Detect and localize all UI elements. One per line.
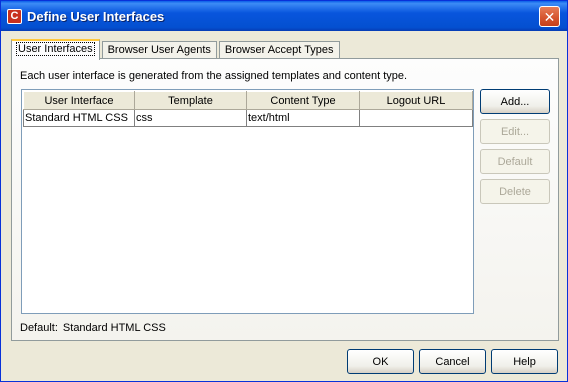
default-interface-line: Default: Standard HTML CSS — [20, 322, 166, 334]
title-bar[interactable]: C Define User Interfaces ✕ — [1, 1, 567, 31]
tab-label: Browser User Agents — [107, 44, 211, 56]
column-header-content-type[interactable]: Content Type — [246, 91, 360, 110]
default-label: Default: — [20, 322, 58, 334]
tab-label: User Interfaces — [16, 42, 95, 56]
panel-description: Each user interface is generated from th… — [20, 70, 408, 82]
cell-user-interface[interactable]: Standard HTML CSS — [23, 109, 135, 127]
user-interfaces-table[interactable]: User Interface Template Content Type Log… — [21, 89, 474, 314]
close-icon: ✕ — [543, 8, 556, 25]
delete-button[interactable]: Delete — [480, 179, 550, 204]
help-button[interactable]: Help — [491, 349, 558, 374]
tab-user-interfaces[interactable]: User Interfaces — [11, 39, 100, 60]
default-button[interactable]: Default — [480, 149, 550, 174]
tab-strip: User Interfaces Browser User Agents Brow… — [11, 39, 342, 60]
app-icon: C — [7, 9, 22, 24]
tab-browser-user-agents[interactable]: Browser User Agents — [101, 41, 217, 59]
ok-button[interactable]: OK — [347, 349, 414, 374]
column-header-user-interface[interactable]: User Interface — [23, 91, 135, 110]
app-icon-letter: C — [10, 10, 19, 22]
edit-button[interactable]: Edit... — [480, 119, 550, 144]
cell-content-type[interactable]: text/html — [246, 109, 360, 127]
tab-label: Browser Accept Types — [224, 44, 334, 56]
default-value: Standard HTML CSS — [62, 322, 166, 334]
table-header-row: User Interface Template Content Type Log… — [23, 91, 473, 110]
tab-browser-accept-types[interactable]: Browser Accept Types — [218, 41, 340, 59]
column-header-template[interactable]: Template — [134, 91, 247, 110]
cancel-button[interactable]: Cancel — [419, 349, 486, 374]
close-button[interactable]: ✕ — [539, 6, 560, 27]
table-row[interactable]: Standard HTML CSS css text/html — [23, 109, 473, 127]
window-title: Define User Interfaces — [27, 9, 165, 24]
cell-template[interactable]: css — [134, 109, 247, 127]
column-header-logout-url[interactable]: Logout URL — [359, 91, 473, 110]
tab-panel: Each user interface is generated from th… — [11, 58, 559, 341]
dialog-window: C Define User Interfaces ✕ User Interfac… — [0, 0, 568, 382]
add-button[interactable]: Add... — [480, 89, 550, 114]
cell-logout-url[interactable] — [359, 109, 473, 127]
